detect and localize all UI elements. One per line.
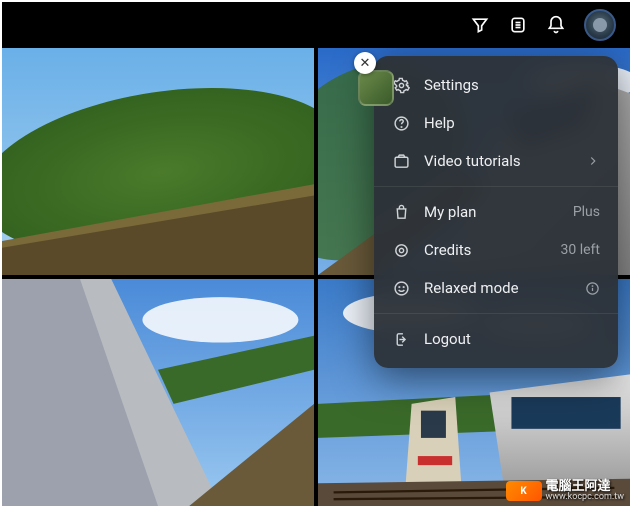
gear-icon xyxy=(392,76,410,94)
menu-item-credits[interactable]: Credits 30 left xyxy=(374,231,618,269)
menu-item-label: Logout xyxy=(424,330,600,348)
menu-item-label: Help xyxy=(424,114,600,132)
list-icon[interactable] xyxy=(508,15,528,35)
gallery-tile[interactable] xyxy=(2,48,314,275)
menu-separator xyxy=(374,313,618,314)
video-icon xyxy=(392,152,410,170)
watermark-url: www.kocpc.com.tw xyxy=(546,493,624,502)
menu-item-label: Credits xyxy=(424,241,547,259)
bag-icon xyxy=(392,203,410,221)
menu-item-settings[interactable]: Settings xyxy=(374,66,618,104)
menu-item-label: Relaxed mode xyxy=(424,279,571,297)
menu-item-help[interactable]: Help xyxy=(374,104,618,142)
info-icon xyxy=(585,281,600,296)
chevron-right-icon xyxy=(586,154,600,168)
filter-icon[interactable] xyxy=(470,15,490,35)
close-icon[interactable]: ✕ xyxy=(354,52,376,74)
menu-item-logout[interactable]: Logout xyxy=(374,320,618,358)
menu-separator xyxy=(374,186,618,187)
menu-item-my-plan[interactable]: My plan Plus xyxy=(374,193,618,231)
avatar[interactable] xyxy=(584,9,616,41)
coin-icon xyxy=(392,241,410,259)
watermark-logo: K xyxy=(506,481,542,501)
menu-item-label: Video tutorials xyxy=(424,152,572,170)
menu-item-label: Settings xyxy=(424,76,600,94)
gallery-tile[interactable] xyxy=(2,279,314,506)
menu-item-video-tutorials[interactable]: Video tutorials xyxy=(374,142,618,180)
logout-icon xyxy=(392,330,410,348)
user-menu: Settings Help Video tutorials My plan Pl… xyxy=(374,56,618,368)
plan-value: Plus xyxy=(573,204,600,220)
smile-icon xyxy=(392,279,410,297)
bell-icon[interactable] xyxy=(546,15,566,35)
help-icon xyxy=(392,114,410,132)
credits-value: 30 left xyxy=(561,242,600,258)
menu-item-relaxed-mode[interactable]: Relaxed mode xyxy=(374,269,618,307)
menu-item-label: My plan xyxy=(424,203,559,221)
menu-anchor-thumbnail xyxy=(358,70,394,106)
watermark: K 電腦王阿達 www.kocpc.com.tw xyxy=(506,480,624,502)
top-bar xyxy=(2,2,630,48)
